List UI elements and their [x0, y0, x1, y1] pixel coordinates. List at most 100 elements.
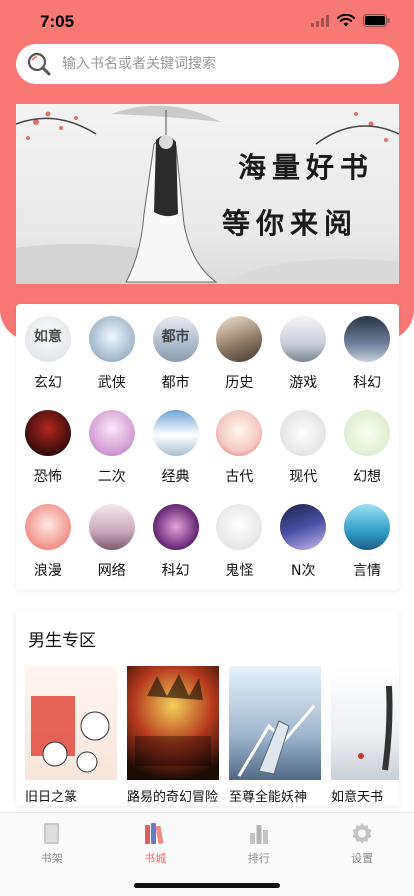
search-icon — [27, 52, 51, 76]
book-cover-art — [358, 685, 393, 771]
category-label: 都市 — [161, 375, 190, 391]
book-cover-art — [135, 674, 211, 766]
category-thumbnail — [24, 504, 71, 550]
category-label: 历史 — [225, 375, 254, 391]
book-shelf-icon — [43, 823, 59, 844]
category-item[interactable]: 科幻 — [335, 312, 399, 406]
books-icon — [145, 823, 164, 845]
category-thumbnail — [216, 504, 263, 550]
category-thumbnail — [88, 410, 135, 456]
promo-banner[interactable]: 海量好书 等你来阅 — [16, 104, 399, 284]
category-item[interactable]: 科幻 — [144, 500, 208, 594]
book-cover — [331, 666, 399, 780]
category-thumbnail-text: 都市 — [161, 329, 190, 345]
category-item[interactable]: 现代 — [271, 406, 335, 500]
book-cover — [229, 666, 321, 780]
book-cover — [25, 666, 117, 780]
gear-icon — [352, 823, 372, 844]
category-thumbnail — [280, 316, 327, 362]
category-label: 古代 — [225, 469, 254, 485]
category-thumbnail — [344, 316, 391, 362]
category-label: 武侠 — [97, 375, 126, 391]
category-grid: 如意 玄幻 武侠 都市 都市 历史 游戏 科幻 恐怖 二次 经典 古代 现代 幻… — [16, 312, 399, 594]
category-label: 二次 — [97, 469, 126, 485]
tab-label: 书城 — [144, 852, 167, 865]
category-thumbnail — [280, 504, 327, 550]
status-bar: 7:05 — [0, 0, 414, 44]
category-item[interactable]: 网络 — [80, 500, 144, 594]
category-item[interactable]: 恐怖 — [16, 406, 80, 500]
tab-label: 书架 — [40, 852, 63, 865]
book-title: 路易的奇幻冒险 — [127, 790, 219, 805]
book-title: 旧日之篆 — [25, 790, 78, 805]
category-item[interactable]: 武侠 — [80, 312, 144, 406]
book-card[interactable]: 旧日之篆 — [25, 666, 117, 805]
category-thumbnail: 都市 — [152, 316, 199, 362]
category-item[interactable]: 幻想 — [335, 406, 399, 500]
banner-subheadline: 等你来阅 — [222, 207, 359, 240]
category-label: 浪漫 — [33, 563, 62, 579]
tab-bar: 书架 书城 排行 设置 — [0, 812, 414, 896]
category-thumbnail — [344, 410, 391, 456]
category-item[interactable]: 浪漫 — [16, 500, 80, 594]
category-item[interactable]: 历史 — [207, 312, 271, 406]
category-label: N次 — [291, 563, 316, 579]
tab-settings[interactable]: 设置 — [311, 813, 414, 869]
category-thumbnail — [344, 504, 391, 550]
category-item[interactable]: 鬼怪 — [207, 500, 271, 594]
category-item[interactable]: 如意 玄幻 — [16, 312, 80, 406]
category-thumbnail: 如意 — [24, 316, 71, 362]
status-icons — [311, 14, 390, 27]
signal-icon — [311, 14, 329, 27]
category-item[interactable]: 经典 — [144, 406, 208, 500]
banner-illustration — [16, 105, 399, 284]
book-title: 至尊全能妖神 — [229, 790, 308, 805]
book-cover-art — [237, 705, 316, 777]
category-item[interactable]: N次 — [271, 500, 335, 594]
tab-bookshelf[interactable]: 书架 — [0, 813, 104, 869]
category-label: 言情 — [353, 563, 382, 579]
battery-icon — [363, 14, 390, 27]
banner-headline: 海量好书 — [238, 151, 375, 184]
category-thumbnail — [152, 410, 199, 456]
category-panel: 如意 玄幻 武侠 都市 都市 历史 游戏 科幻 恐怖 二次 经典 古代 现代 幻… — [16, 304, 399, 590]
category-label: 鬼怪 — [225, 563, 254, 579]
category-label: 玄幻 — [33, 375, 62, 391]
category-thumbnail — [88, 316, 135, 362]
book-cover-art — [31, 696, 110, 773]
category-thumbnail — [280, 410, 327, 456]
category-item[interactable]: 游戏 — [271, 312, 335, 406]
category-item[interactable]: 都市 都市 — [144, 312, 208, 406]
category-label: 网络 — [97, 563, 126, 579]
book-card[interactable]: 路易的奇幻冒险 — [127, 666, 219, 805]
category-item[interactable]: 言情 — [335, 500, 399, 594]
book-cover — [127, 666, 219, 780]
category-item[interactable]: 二次 — [80, 406, 144, 500]
category-thumbnail — [152, 504, 199, 550]
category-thumbnail — [216, 410, 263, 456]
section-title: 男生专区 — [28, 631, 96, 651]
tab-label: 设置 — [351, 852, 374, 865]
male-section: 男生专区 旧日之篆 路易的奇幻冒险 至尊全能妖神 如意天书 — [16, 610, 399, 806]
category-label: 幻想 — [353, 469, 382, 485]
category-label: 恐怖 — [33, 469, 62, 485]
category-label: 科幻 — [353, 375, 382, 391]
home-indicator — [134, 883, 280, 888]
category-thumbnail-text: 如意 — [33, 329, 62, 345]
tab-ranking[interactable]: 排行 — [207, 813, 311, 869]
category-thumbnail — [216, 316, 263, 362]
category-item[interactable]: 古代 — [207, 406, 271, 500]
status-time: 7:05 — [40, 12, 75, 31]
book-card[interactable]: 至尊全能妖神 — [229, 666, 321, 805]
bar-chart-icon — [249, 825, 268, 844]
category-thumbnail — [24, 410, 71, 456]
tab-label: 排行 — [247, 852, 270, 865]
book-card[interactable]: 如意天书 — [331, 666, 399, 805]
wifi-icon — [337, 14, 355, 27]
search-input[interactable] — [62, 56, 362, 72]
book-title: 如意天书 — [331, 790, 384, 805]
tab-bookstore[interactable]: 书城 — [104, 813, 208, 869]
search-bar[interactable] — [16, 44, 399, 84]
category-label: 科幻 — [161, 563, 190, 579]
category-thumbnail — [88, 504, 135, 550]
